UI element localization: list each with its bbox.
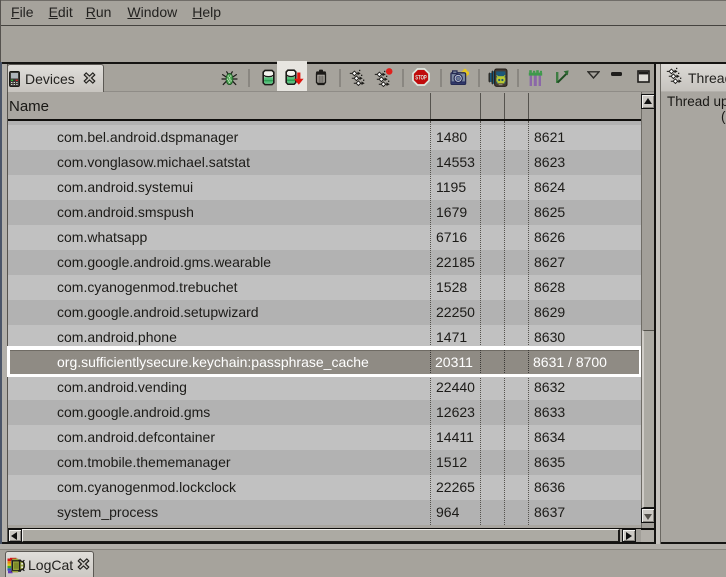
svg-text:STOP: STOP xyxy=(415,75,427,81)
